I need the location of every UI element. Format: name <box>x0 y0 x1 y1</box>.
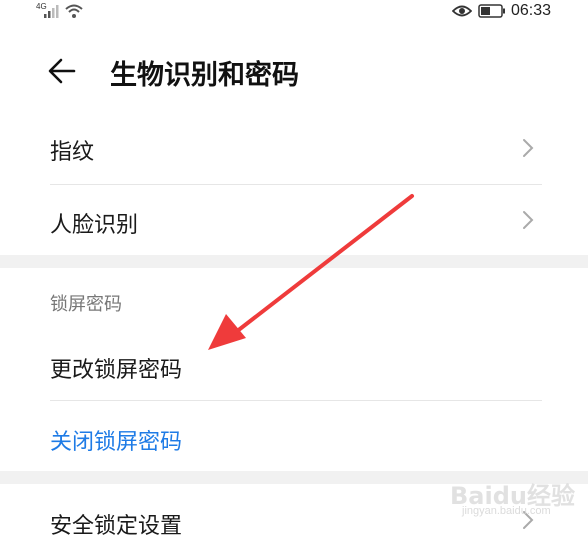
wifi-icon <box>65 4 83 18</box>
back-button[interactable] <box>46 54 86 90</box>
clock-time: 06:33 <box>511 2 552 19</box>
battery-icon <box>478 4 505 18</box>
fingerprint-row[interactable]: 指纹 <box>0 112 588 184</box>
fingerprint-label: 指纹 <box>50 140 95 165</box>
signal-icon <box>44 5 59 18</box>
chevron-right-icon <box>523 211 534 229</box>
disable-lock-password-label: 关闭锁屏密码 <box>50 430 183 455</box>
face-recognition-label: 人脸识别 <box>50 213 139 238</box>
section-gap <box>0 255 588 268</box>
page-header: 生物识别和密码 <box>0 40 588 104</box>
baidu-watermark-url: jingyan.baidu.com <box>462 505 551 517</box>
arrow-left-icon <box>48 58 76 84</box>
face-recognition-row[interactable]: 人脸识别 <box>0 185 588 255</box>
change-lock-password-label: 更改锁屏密码 <box>50 358 183 383</box>
eye-icon <box>452 5 472 17</box>
section-label-lock-screen: 锁屏密码 <box>50 294 122 315</box>
chevron-right-icon <box>523 139 534 157</box>
disable-lock-password-row[interactable]: 关闭锁屏密码 <box>0 401 588 471</box>
page-title: 生物识别和密码 <box>110 60 299 91</box>
status-bar: 4G 06:33 <box>0 0 588 28</box>
change-lock-password-row[interactable]: 更改锁屏密码 <box>0 330 588 400</box>
security-lock-settings-label: 安全锁定设置 <box>50 514 183 539</box>
